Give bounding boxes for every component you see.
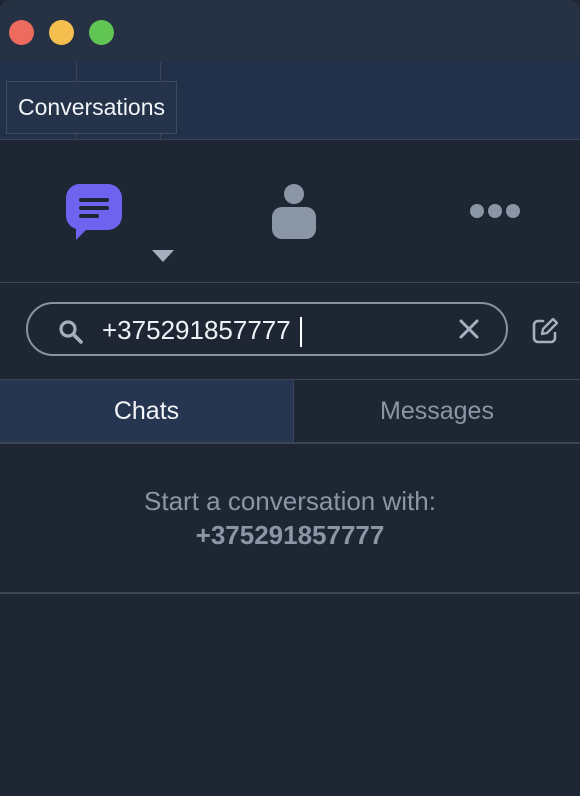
tab-chats[interactable]: Chats: [0, 380, 294, 442]
toolbar: Conversations: [0, 62, 580, 140]
search-icon: [59, 320, 83, 344]
minimize-window-button[interactable]: [49, 20, 74, 45]
nav-contacts-button[interactable]: [240, 140, 350, 282]
chat-bubble-icon: [65, 184, 122, 240]
nav-bar: [0, 140, 580, 283]
active-tab-indicator: [152, 250, 174, 262]
search-field[interactable]: [26, 302, 508, 356]
phone-number: +375291857777: [195, 520, 385, 550]
person-icon: [272, 184, 316, 239]
conversations-tooltip: Conversations: [6, 81, 178, 134]
app-window: Conversations +375291857777 Chats Messag…: [0, 0, 580, 796]
compose-icon[interactable]: [532, 318, 558, 344]
start-conversation-item[interactable]: Start a conversation with: +375291857777: [0, 444, 580, 594]
more-icon: [470, 204, 520, 218]
search-input[interactable]: [102, 312, 442, 348]
text-cursor: [300, 317, 302, 347]
title-bar: [0, 0, 580, 63]
start-conversation-label: Start a conversation with:: [144, 486, 436, 516]
close-icon[interactable]: [458, 318, 480, 340]
close-window-button[interactable]: [9, 20, 34, 45]
nav-more-button[interactable]: [440, 140, 550, 282]
nav-chats-button[interactable]: [40, 140, 150, 282]
tab-messages[interactable]: Messages: [294, 380, 580, 442]
zoom-window-button[interactable]: [89, 20, 114, 45]
result-tabs: Chats Messages: [0, 380, 580, 444]
search-bar: [0, 283, 580, 380]
